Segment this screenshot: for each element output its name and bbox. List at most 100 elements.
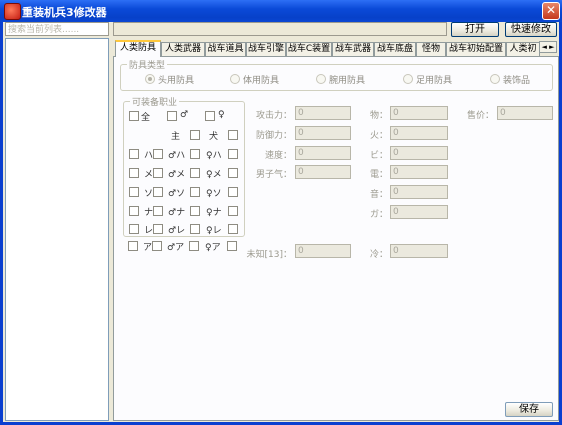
tab-human-armor[interactable]: 人类防具 [115,40,161,57]
window-title: 重装机兵3修改器 [22,6,107,19]
tab-tank-weapon[interactable]: 战车武器 [332,42,374,56]
checkbox-label: ♂ソ [168,189,186,199]
radio-label: 腕用防具 [329,76,366,86]
checkbox-female-all[interactable] [205,111,215,121]
defense-label: 防御力： [255,131,292,141]
checkbox-class[interactable] [153,168,163,178]
close-button[interactable]: ✕ [542,2,560,20]
checkbox-class[interactable] [129,224,139,234]
beam-field[interactable]: 0 [390,146,448,160]
open-button[interactable]: 打开 [451,22,499,37]
physical-field[interactable]: 0 [390,106,448,120]
checkbox-class[interactable] [153,206,163,216]
tab-tank-chassis[interactable]: 战车底盘 [374,42,416,56]
checkbox-class[interactable] [129,187,139,197]
checkbox-class[interactable] [153,187,163,197]
radio-label: 头用防具 [158,76,195,86]
checkbox-label: ♀ [218,110,225,120]
checkbox-class[interactable] [129,206,139,216]
radio-body-armor[interactable] [230,74,240,84]
checkbox-label: 主 [171,132,181,142]
checkbox-class[interactable] [153,149,163,159]
checkbox-class[interactable] [190,224,200,234]
radio-arm-armor[interactable] [316,74,326,84]
checkbox-master[interactable] [190,130,200,140]
fire-label: 火： [369,131,388,141]
tab-tank-c-device[interactable]: 战车C装置 [286,42,332,56]
app-window: 重装机兵3修改器 ✕ 搜索当前列表...... 打开 快速修改 人类防具 人类武… [0,0,562,425]
radio-label: 装饰品 [503,76,531,86]
cold-field[interactable]: 0 [390,244,448,258]
checkbox-all[interactable] [129,111,139,121]
save-button[interactable]: 保存 [505,402,553,417]
checkbox-class[interactable] [189,241,199,251]
speed-field[interactable]: 0 [295,146,351,160]
tab-tank-init[interactable]: 战车初始配置 [446,42,506,56]
checkbox-class[interactable] [228,187,238,197]
checkbox-class[interactable] [152,241,162,251]
checkbox-class[interactable] [153,224,163,234]
attack-field[interactable]: 0 [295,106,351,120]
cold-label: 冷： [369,250,388,260]
radio-foot-armor[interactable] [403,74,413,84]
tab-human-init[interactable]: 人类初 [506,42,540,56]
checkbox-class[interactable] [190,187,200,197]
manliness-field[interactable]: 0 [295,165,351,179]
armor-type-group: 防具类型 头用防具 体用防具 腕用防具 足用防具 装饰品 [120,58,553,91]
checkbox-class[interactable] [228,149,238,159]
checkbox-class[interactable] [227,241,237,251]
radio-head-armor[interactable] [145,74,155,84]
checkbox-class[interactable] [190,206,200,216]
checkbox-class[interactable] [228,206,238,216]
file-path-field[interactable] [113,22,447,36]
sound-field[interactable]: 0 [390,185,448,199]
checkbox-dog[interactable] [228,130,238,140]
checkbox-label: ♂ [180,110,189,120]
beam-label: ビ： [369,151,388,161]
checkbox-label: ♀ソ [206,189,222,199]
checkbox-class[interactable] [128,241,138,251]
checkbox-male-all[interactable] [167,111,177,121]
item-list[interactable] [5,38,109,421]
radio-label: 体用防具 [243,76,280,86]
price-field[interactable]: 0 [497,106,553,120]
tab-human-weapon[interactable]: 人类武器 [161,42,205,56]
checkbox-label: ♂メ [168,170,186,180]
checkbox-class[interactable] [228,224,238,234]
radio-accessory[interactable] [490,74,500,84]
radio-label: 足用防具 [416,76,453,86]
client-area: 搜索当前列表...... 打开 快速修改 人类防具 人类武器 战车道具 战车引擎… [3,22,559,422]
tab-strip: 人类防具 人类武器 战车道具 战车引擎 战车C装置 战车武器 战车底盘 怪物 战… [113,40,559,57]
defense-field[interactable]: 0 [295,126,351,140]
checkbox-class[interactable] [129,168,139,178]
quick-edit-button[interactable]: 快速修改 [505,22,557,37]
tab-tank-engine[interactable]: 战车引擎 [246,42,286,56]
tab-scroll-arrows[interactable]: ◄ ► [539,41,557,53]
checkbox-class[interactable] [129,149,139,159]
checkbox-label: ♂レ [168,226,186,236]
tab-monster[interactable]: 怪物 [416,42,446,56]
tab-tank-item[interactable]: 战车道具 [205,42,246,56]
electric-label: 電： [369,170,388,180]
checkbox-label: ♂ハ [168,151,186,161]
checkbox-label: ♂ナ [168,208,186,218]
checkbox-label: ソ [144,189,154,199]
checkbox-label: レ [144,226,154,236]
speed-label: 速度： [264,151,292,161]
unknown13-field[interactable]: 0 [295,244,351,258]
app-icon [4,3,21,20]
fire-field[interactable]: 0 [390,126,448,140]
checkbox-label: ナ [144,208,154,218]
checkbox-class[interactable] [190,168,200,178]
equip-class-group: 可装备职业 全 ♂ ♀ 主 犬 ハ ♂ハ ♀ハ メ ♂メ ♀メ ソ ♂ソ ♀ソ … [123,95,245,237]
armor-type-title: 防具类型 [127,58,168,71]
checkbox-class[interactable] [190,149,200,159]
search-input[interactable]: 搜索当前列表...... [5,22,109,36]
checkbox-class[interactable] [228,168,238,178]
checkbox-label: メ [144,170,154,180]
unknown13-label: 未知[13]： [246,250,292,260]
title-bar[interactable]: 重装机兵3修改器 ✕ [0,0,562,22]
physical-label: 物： [369,111,388,121]
gas-field[interactable]: 0 [390,205,448,219]
electric-field[interactable]: 0 [390,165,448,179]
